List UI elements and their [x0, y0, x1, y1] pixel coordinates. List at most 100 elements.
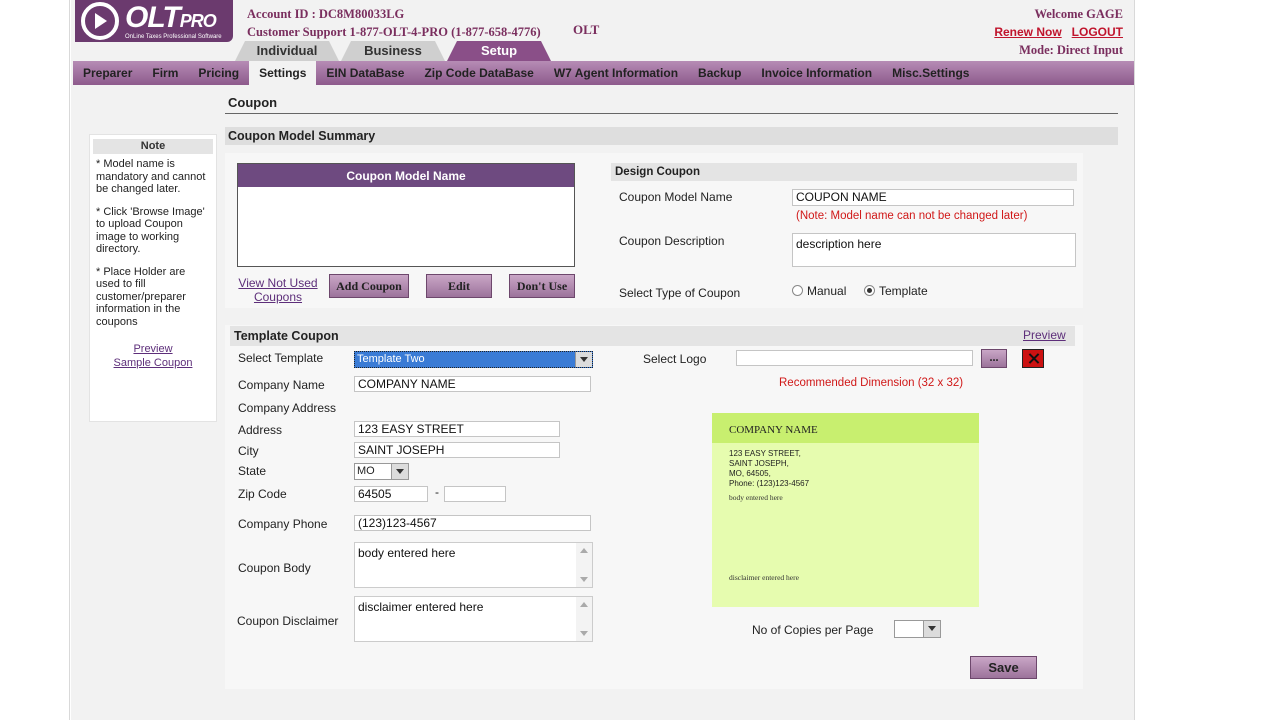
company-phone-label: Company Phone: [238, 517, 328, 531]
olt-pro-logo[interactable]: OLTPRO OnLine Taxes Professional Softwar…: [75, 0, 233, 42]
type-manual-radio[interactable]: Manual: [792, 284, 846, 298]
coupon-model-list[interactable]: Coupon Model Name: [237, 163, 575, 267]
coupon-disclaimer-textarea[interactable]: disclaimer entered here: [354, 596, 593, 642]
description-input[interactable]: description here: [792, 233, 1076, 267]
note-item: * Model name is mandatory and cannot be …: [96, 158, 206, 195]
chevron-down-icon: [923, 621, 940, 637]
city-input[interactable]: SAINT JOSEPH: [354, 442, 560, 458]
zip-extension-input[interactable]: [444, 486, 506, 502]
scrollbar[interactable]: [576, 597, 592, 641]
olt-label: OLT: [573, 22, 600, 37]
subnav-backup[interactable]: Backup: [688, 61, 751, 85]
welcome-text: Welcome GAGE: [1034, 7, 1123, 21]
subnav-ein-database[interactable]: EIN DataBase: [316, 61, 414, 85]
remove-logo-icon[interactable]: [1022, 349, 1044, 368]
zip-code-input[interactable]: 64505: [354, 486, 428, 502]
main-tabs: Individual Business Setup: [235, 41, 553, 61]
select-template-dropdown[interactable]: Template Two: [354, 351, 593, 368]
subnav-preparer[interactable]: Preparer: [73, 61, 142, 85]
logo-text-suffix: PRO: [179, 10, 217, 31]
type-template-radio[interactable]: Template: [864, 284, 928, 298]
coupon-disclaimer-value: disclaimer entered here: [358, 600, 484, 614]
customer-support: Customer Support 1-877-OLT-4-PRO (1-877-…: [247, 25, 541, 39]
city-label: City: [238, 444, 259, 458]
template-coupon-title: Template Coupon: [234, 329, 339, 343]
renew-now-link[interactable]: Renew Now: [994, 25, 1061, 39]
company-address-label: Company Address: [238, 401, 337, 415]
view-not-used-label: View Not Used: [238, 276, 318, 290]
summary-title: Coupon Model Summary: [228, 129, 376, 143]
company-name-label: Company Name: [238, 378, 325, 392]
preview-line: 123 EASY STREET,: [729, 449, 801, 458]
user-panel: Welcome GAGE Renew Now LOGOUT Mode: Direc…: [984, 5, 1123, 59]
state-select[interactable]: MO: [354, 463, 409, 480]
view-not-used-link[interactable]: View Not Used Coupons: [237, 276, 319, 304]
logo-subtitle: OnLine Taxes Professional Software: [125, 33, 222, 40]
edit-button[interactable]: Edit: [426, 274, 492, 298]
note-item: * Place Holder are used to fill customer…: [96, 265, 186, 328]
note-panel: Note * Model name is mandatory and canno…: [89, 134, 217, 422]
copies-per-page-select[interactable]: [894, 620, 941, 638]
select-template-label: Select Template: [238, 351, 324, 365]
coupon-body-value: body entered here: [358, 546, 456, 560]
right-frame: [1134, 0, 1278, 720]
preview-line: MO, 64505,: [729, 469, 771, 478]
logo-play-icon: [81, 2, 119, 40]
address-label: Address: [238, 423, 283, 437]
app-window: OLTPRO OnLine Taxes Professional Softwar…: [71, 0, 1134, 720]
chevron-down-icon: [391, 464, 408, 479]
model-name-note: (Note: Model name can not be changed lat…: [796, 210, 1028, 222]
preview-disclaimer: disclaimer entered here: [729, 573, 799, 582]
note-title: Note: [93, 139, 213, 154]
address-input[interactable]: 123 EASY STREET: [354, 421, 560, 437]
title-divider: [225, 113, 1118, 114]
type-template-label: Template: [879, 284, 928, 298]
coupon-body-textarea[interactable]: body entered here: [354, 542, 593, 588]
type-manual-label: Manual: [807, 284, 847, 298]
radio-icon: [792, 285, 803, 296]
company-phone-input[interactable]: (123)123-4567: [354, 515, 591, 531]
account-info: Account ID : DC8M80033LG Customer Suppor…: [247, 5, 541, 41]
coupon-type-label: Select Type of Coupon: [619, 286, 741, 300]
scrollbar[interactable]: [576, 543, 592, 587]
left-frame: [0, 0, 70, 720]
add-coupon-button[interactable]: Add Coupon: [329, 274, 409, 298]
model-name-input[interactable]: COUPON NAME: [792, 189, 1074, 206]
subnav-w7-agent-information[interactable]: W7 Agent Information: [544, 61, 688, 85]
preview-body: body entered here: [729, 493, 783, 502]
save-button[interactable]: Save: [970, 656, 1037, 679]
preview-sample-link[interactable]: Preview Sample Coupon: [90, 342, 216, 370]
zip-dash: -: [435, 485, 439, 499]
preview-line: SAINT JOSEPH,: [729, 459, 789, 468]
page-title: Coupon: [228, 95, 278, 110]
subnav-invoice-information[interactable]: Invoice Information: [751, 61, 882, 85]
tab-individual[interactable]: Individual: [235, 41, 339, 61]
subnav-zip-code-database[interactable]: Zip Code DataBase: [414, 61, 543, 85]
select-logo-input[interactable]: [736, 350, 973, 366]
subnav-settings[interactable]: Settings: [249, 61, 317, 85]
coupons-label: Coupons: [253, 290, 303, 304]
coupon-disclaimer-label: Coupon Disclaimer: [237, 614, 339, 628]
mode-text: Mode: Direct Input: [1019, 43, 1123, 57]
select-logo-label: Select Logo: [643, 352, 707, 366]
coupon-preview: COMPANY NAME 123 EASY STREET, SAINT JOSE…: [712, 413, 979, 607]
browse-logo-button[interactable]: ...: [981, 349, 1007, 368]
select-template-value: Template Two: [357, 353, 425, 365]
coupon-model-list-header: Coupon Model Name: [238, 164, 574, 188]
tab-business[interactable]: Business: [341, 41, 445, 61]
preview-line: Phone: (123)123-4567: [729, 479, 810, 488]
description-label: Coupon Description: [619, 234, 725, 248]
preview-link-label: Preview: [133, 343, 173, 355]
subnav-misc-settings[interactable]: Misc.Settings: [882, 61, 979, 85]
company-name-input[interactable]: COMPANY NAME: [354, 376, 591, 392]
dont-use-button[interactable]: Don't Use: [509, 274, 575, 298]
logout-link[interactable]: LOGOUT: [1072, 25, 1123, 39]
template-preview-link[interactable]: Preview: [1023, 328, 1066, 342]
preview-address: 123 EASY STREET, SAINT JOSEPH, MO, 64505…: [712, 443, 979, 489]
subnav-firm[interactable]: Firm: [142, 61, 188, 85]
logo-text: OLT: [125, 0, 181, 34]
copies-per-page-label: No of Copies per Page: [752, 623, 874, 637]
tab-setup[interactable]: Setup: [447, 41, 551, 61]
state-label: State: [238, 464, 267, 478]
subnav-pricing[interactable]: Pricing: [188, 61, 249, 85]
